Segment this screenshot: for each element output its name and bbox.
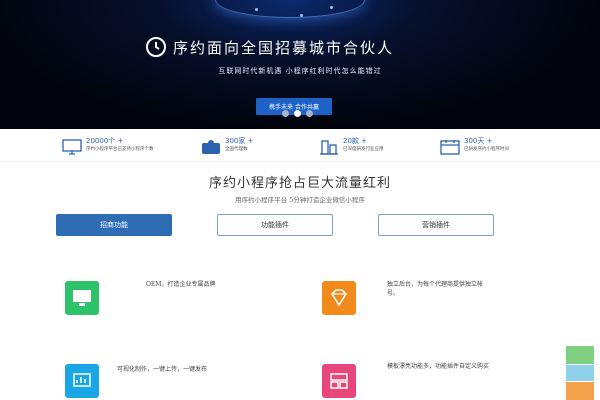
side-chat-button[interactable] bbox=[566, 365, 594, 381]
carousel-pager bbox=[282, 110, 313, 117]
section-divider bbox=[0, 161, 600, 162]
monitor-icon bbox=[62, 139, 82, 155]
stat-desc: 全国代理数 bbox=[225, 147, 248, 152]
diamond-icon bbox=[322, 281, 356, 315]
clock-icon bbox=[146, 37, 166, 57]
stat-desc: 已研发序约小程序时间 bbox=[464, 147, 509, 152]
stat-days: 300天 + 已研发序约小程序时间 bbox=[440, 137, 509, 159]
banner-star bbox=[330, 6, 333, 9]
stat-number: 300天 + bbox=[464, 137, 493, 145]
tab-function-plugins[interactable]: 功能插件 bbox=[217, 214, 333, 236]
stat-desc: 序约小程序平台已支持小程序个数 bbox=[86, 147, 154, 152]
banner-subtitle: 互联网时代新机遇 小程序红利时代怎么能错过 bbox=[218, 67, 382, 75]
stat-apps: 20000个 + 序约小程序平台已支持小程序个数 bbox=[62, 137, 154, 159]
chart-eye-icon bbox=[65, 364, 99, 398]
feature-text-oem: OEM，打造企业专属品牌 bbox=[146, 281, 216, 288]
tab-merchant-features[interactable]: 招商功能 bbox=[56, 214, 172, 236]
carousel-dot[interactable] bbox=[282, 110, 289, 117]
banner-star bbox=[255, 8, 258, 11]
feature-text-templates: 模板漂亮功能多，功能插件自定义购买 bbox=[387, 363, 490, 370]
handshake-icon bbox=[202, 140, 220, 154]
carousel-dot-active[interactable] bbox=[294, 110, 301, 117]
stat-industries: 20款 + 已深度研发行业应用 bbox=[319, 137, 384, 159]
side-contact-button[interactable] bbox=[566, 346, 594, 364]
feature-text-visual: 可视化制作，一键上传，一键发布 bbox=[117, 366, 208, 373]
stat-number: 300家 + bbox=[225, 137, 254, 145]
section-subtitle: 用序约小程序平台 5分钟打造企业微信小程序 bbox=[235, 196, 365, 204]
carousel-dot[interactable] bbox=[306, 110, 313, 117]
banner-star bbox=[300, 14, 303, 17]
building-icon bbox=[320, 140, 338, 155]
monitor-icon bbox=[65, 281, 99, 315]
side-top-button[interactable] bbox=[566, 382, 594, 400]
section-title: 序约小程序抢占巨大流量红利 bbox=[208, 176, 391, 191]
tab-marketing-plugins[interactable]: 营销插件 bbox=[378, 214, 494, 236]
calendar-icon bbox=[440, 140, 460, 155]
banner-glow-ring bbox=[215, 0, 365, 18]
layout-icon bbox=[322, 364, 356, 398]
feature-text-backend: 独立后台，为每个代理商提供独立帐号。 bbox=[387, 281, 484, 297]
stat-number: 20款 + bbox=[343, 137, 367, 145]
hero-banner: 序约面向全国招募城市合伙人 互联网时代新机遇 小程序红利时代怎么能错过 携手未来… bbox=[0, 0, 600, 129]
stat-agents: 300家 + 全国代理数 bbox=[201, 137, 253, 159]
stat-number: 20000个 + bbox=[86, 137, 124, 145]
banner-title: 序约面向全国招募城市合伙人 bbox=[173, 38, 395, 57]
banner-title-row: 序约面向全国招募城市合伙人 bbox=[145, 35, 465, 59]
stat-desc: 已深度研发行业应用 bbox=[343, 147, 384, 152]
